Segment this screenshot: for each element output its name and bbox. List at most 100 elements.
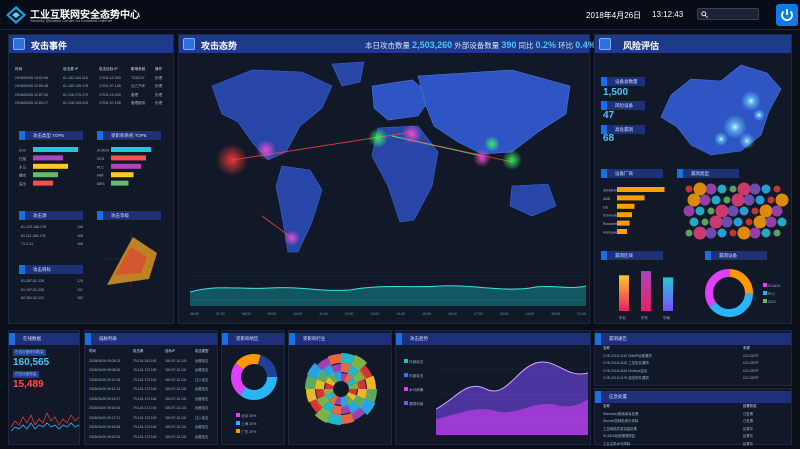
bar-label: SCADA xyxy=(97,149,110,153)
table-row[interactable]: 2018/04/26 12:53:17 61.126.139.219 17011.9… xyxy=(15,99,173,108)
bubble xyxy=(749,227,761,239)
bubble xyxy=(771,205,783,217)
vendor-header: 设备厂商 xyxy=(601,169,663,178)
region-bar xyxy=(641,271,651,311)
bubble xyxy=(761,228,771,238)
table-row[interactable]: CVE-2018-0152 工控协议漏洞 ICS-CERT xyxy=(603,360,789,368)
table-row[interactable]: 2018/04/26 09:10:45 79.124.172.160 180.97.… xyxy=(89,376,217,386)
vuln-region-bar-chart: 华北 华东 华南 xyxy=(619,271,673,320)
list-item[interactable]: 61.287.81.126 176 xyxy=(21,277,83,286)
table-row[interactable]: CVE-2018-0142 SNMP远程漏洞 ICS-CERT xyxy=(603,353,789,361)
table-row[interactable]: 2018/04/26 09:18:58 79.124.172.160 180.97.… xyxy=(89,423,217,433)
vuln-device-header: 漏洞设备 xyxy=(705,251,767,260)
bar xyxy=(617,187,665,192)
bar xyxy=(33,180,53,186)
bubble xyxy=(749,183,761,195)
list-item[interactable]: 61.123.186.178 198 xyxy=(21,223,83,232)
table-row[interactable]: 2018/04/26 13:02:06 61.161.134.116 17011.1… xyxy=(15,74,173,83)
bar-label: PLC xyxy=(97,165,104,169)
bubble xyxy=(711,195,721,205)
attack-trend-header: 攻击趋势 xyxy=(396,333,590,345)
attack-target-header: 攻击目标 xyxy=(19,265,83,274)
bar-label: 溢出 xyxy=(19,181,26,186)
bar xyxy=(111,163,141,169)
bar xyxy=(111,155,146,161)
region-bar xyxy=(619,275,629,311)
table-row[interactable]: Stuxnet变种检测与清除 已处置 xyxy=(603,418,789,426)
bubble xyxy=(739,206,749,216)
table-row[interactable]: 工控网络异常流量处置 处置中 xyxy=(603,426,789,434)
list-item[interactable]: 71.2.14 166 xyxy=(21,240,83,249)
list-item[interactable]: 61.111.186.176 168 xyxy=(21,232,83,241)
timeline-axis: 06:00 07:00 08:00 09:00 10:00 11:00 12:00 13:00… xyxy=(190,312,586,320)
bar-label: DCS xyxy=(97,157,105,161)
bar-label: HMI xyxy=(97,174,103,178)
bar-label: Rockwell xyxy=(603,222,617,226)
attack-events-panel: 攻击事件 时间 攻击源 IP 攻击目标 IP 影响系统 操作 2018/04/26 13… xyxy=(8,34,174,324)
affected-industry-rose-chart xyxy=(305,353,377,425)
bubble xyxy=(709,215,723,229)
legend-item: 上海 25% xyxy=(236,421,256,427)
bubble xyxy=(733,217,743,227)
table-row[interactable]: CVE-2018-0176 组态软件漏洞 ICS-CERT xyxy=(603,375,789,383)
bar xyxy=(617,212,632,218)
table-row[interactable]: 2018/04/26 12:57:34 61.126.175.175 17011.1… xyxy=(15,91,173,100)
timeline-tick: 13:00 xyxy=(370,312,380,316)
table-row[interactable]: 2018/04/26 09:20:34 79.124.172.160 180.97.… xyxy=(89,433,217,443)
table-row[interactable]: 工业主机木马清除 处置中 xyxy=(603,441,789,449)
power-button[interactable] xyxy=(776,4,798,26)
china-risk-map[interactable] xyxy=(651,55,791,163)
table-row[interactable]: 2018/04/26 09:15:48 79.124.172.160 180.97.… xyxy=(89,404,217,414)
bubble xyxy=(693,226,707,240)
table-row[interactable]: CVE-2018-0163 Modbus溢出 ICS-CERT xyxy=(603,368,789,376)
australia xyxy=(509,183,557,217)
search-icon xyxy=(701,11,708,18)
table-row[interactable]: 2018/04/26 09:08:23 79.124.152.160 180.97.… xyxy=(89,357,217,367)
bar-label: 扫描 xyxy=(19,156,26,161)
risk-label-1: 设备总数量 xyxy=(601,77,645,86)
timeline-tick: 08:00 xyxy=(241,312,251,316)
world-attack-map[interactable] xyxy=(182,56,586,268)
threat-table: 时间 攻击源 目标IP 攻击类型 2018/04/26 09:08:23 79.124.1… xyxy=(89,347,217,442)
list-item[interactable]: 62.281.52.131 162 xyxy=(21,294,83,303)
table-row[interactable]: Wannacry勒索病毒处置 已处置 xyxy=(603,411,789,419)
vuln-notice-table: 名称 来源 CVE-2018-0142 SNMP远程漏洞 ICS-CERT CVE-20… xyxy=(603,345,789,383)
timeline-tick: 16:00 xyxy=(448,312,457,316)
attack-target-table: 61.287.81.126 176 61.197.51.235 157 62.281… xyxy=(21,277,83,303)
bar xyxy=(33,172,58,178)
vuln-region-header: 漏洞区域 xyxy=(601,251,663,260)
attack-events-table: 时间 攻击源 IP 攻击目标 IP 影响系统 操作 2018/04/26 13:02:0… xyxy=(15,65,173,108)
bar-label: Honeywell xyxy=(603,231,619,235)
legend-item: 内部攻击 xyxy=(404,373,423,379)
table-row[interactable]: 2018/04/26 09:14:37 79.124.172.160 180.97.… xyxy=(89,395,217,405)
timeline-tick: 09:00 xyxy=(267,312,277,316)
table-row[interactable]: 2018/04/26 09:17:21 79.124.172.160 180.97.… xyxy=(89,414,217,424)
timeline-tick: 18:00 xyxy=(499,312,509,316)
risk-panel: 风险评估 设备总数量 1,500 风险设备 47 高危漏洞 68 设备厂商 SI… xyxy=(594,34,792,324)
timeline-tick: 06:00 xyxy=(190,312,199,316)
vuln-device-donut-chart xyxy=(705,269,753,317)
attack-situation-title: 攻击态势 xyxy=(201,41,238,51)
attack-source-table: 61.123.186.178 198 61.111.186.176 168 71.2… xyxy=(21,223,83,249)
table-row[interactable]: 2018/04/26 12:59:48 61.160.139.178 17011.9… xyxy=(15,82,173,91)
affected-industry-panel: 受影响行业 xyxy=(288,330,392,445)
legend-item: DCS xyxy=(763,299,776,304)
vuln-type-bubble-chart xyxy=(683,182,789,240)
table-row[interactable]: 2018/04/26 09:12:13 79.124.172.160 180.97.… xyxy=(89,385,217,395)
top-bar: 工业互联网安全态势中心 Security Situation Center fo… xyxy=(0,0,800,30)
bubble xyxy=(729,229,737,237)
region-label: 华东 xyxy=(641,315,649,320)
search-input[interactable] xyxy=(697,8,759,20)
table-header: 名称 来源 xyxy=(603,346,750,350)
online-label-2: 在线设备数量 xyxy=(13,371,39,378)
response-panel: 应急处置 名称 处置状态 Wannacry勒索病毒处置 已处置 Stuxnet变种检测与… xyxy=(594,388,792,446)
bubble xyxy=(721,216,733,228)
legend-item: 木马病毒 xyxy=(404,387,423,393)
bubble xyxy=(717,228,727,238)
table-row[interactable]: 2018/04/26 09:08:26 78.124.172.180 180.97.… xyxy=(89,366,217,376)
timeline-tick: 07:00 xyxy=(215,312,225,316)
table-row[interactable]: SCADA系统漏洞修复 处置中 xyxy=(603,433,789,441)
timeline-tick: 10:00 xyxy=(293,312,303,316)
bubble xyxy=(731,193,745,207)
list-item[interactable]: 61.197.51.235 157 xyxy=(21,286,83,295)
